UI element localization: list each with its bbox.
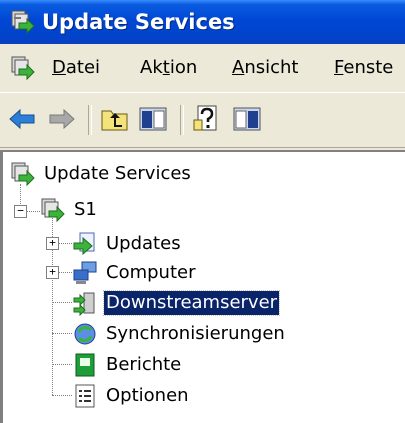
tree-node-server-s1[interactable]: S1 (40, 196, 160, 226)
tree-line (26, 211, 40, 212)
menu-label-post: nsicht (244, 57, 299, 78)
show-hide-console-tree-icon[interactable] (138, 105, 168, 133)
expand-toggle[interactable]: + (46, 266, 59, 279)
update-services-icon (11, 162, 35, 187)
updates-icon (73, 232, 95, 256)
downstream-server-icon (73, 292, 95, 316)
tree-line (52, 364, 72, 365)
synchronization-icon (74, 323, 96, 345)
computers-icon (73, 261, 97, 284)
tree-node-label: Update Services (44, 163, 191, 184)
tree-line (58, 243, 72, 244)
menu-ansicht[interactable]: Ansicht (232, 56, 298, 80)
tree-node-downstreamserver[interactable]: Downstreamserver (72, 289, 332, 319)
window-title: Update Services (42, 10, 235, 34)
pane-border (0, 152, 3, 423)
reports-icon (75, 353, 95, 377)
title-bar[interactable]: Update Services (0, 0, 405, 44)
update-services-icon[interactable] (10, 55, 36, 81)
menu-label-pre: Ak (140, 57, 163, 78)
help-icon[interactable] (192, 104, 222, 134)
menu-mnemonic: t (162, 57, 170, 78)
tree-node-label: Updates (106, 233, 181, 254)
tree-line (52, 302, 72, 303)
menu-fenster[interactable]: Fenste (334, 56, 393, 80)
up-folder-icon[interactable] (100, 105, 130, 133)
tree-node-label: S1 (74, 199, 97, 220)
toolbar (0, 92, 405, 148)
menu-bar: Datei Aktion Ansicht Fenste (0, 44, 405, 92)
toolbar-separator (88, 105, 92, 135)
tree-line (58, 272, 72, 273)
menu-label-post: ion (169, 57, 198, 78)
console-tree[interactable]: − + + Update Services S1 Updates Compute… (0, 150, 405, 423)
expand-toggle[interactable]: + (46, 237, 59, 250)
tree-node-computer[interactable]: Computer (72, 259, 272, 289)
menu-mnemonic: F (334, 57, 344, 78)
back-arrow-icon[interactable] (8, 107, 36, 131)
show-hide-action-pane-icon[interactable] (232, 105, 262, 133)
menu-datei[interactable]: Datei (52, 56, 100, 80)
tree-line (52, 395, 72, 396)
tree-node-label: Computer (106, 262, 196, 283)
collapse-toggle[interactable]: − (14, 205, 27, 218)
menu-mnemonic: A (232, 57, 245, 78)
tree-node-updates[interactable]: Updates (72, 230, 272, 260)
tree-node-label: Berichte (106, 354, 182, 375)
forward-arrow-icon[interactable] (48, 107, 76, 131)
tree-node-update-services[interactable]: Update Services (10, 160, 310, 190)
tree-node-label: Optionen (106, 385, 189, 406)
tree-line (52, 333, 72, 334)
menu-aktion[interactable]: Aktion (140, 56, 197, 80)
tree-node-optionen[interactable]: Optionen (72, 382, 272, 412)
tree-node-berichte[interactable]: Berichte (72, 351, 272, 381)
options-icon (75, 384, 95, 408)
tree-node-label: Synchronisierungen (106, 323, 285, 344)
menu-label-post: enste (343, 57, 394, 78)
menu-label-post: atei (65, 57, 101, 78)
server-icon (41, 198, 65, 223)
update-services-icon (11, 10, 35, 35)
toolbar-separator (180, 105, 184, 135)
menu-mnemonic: D (52, 57, 66, 78)
tree-node-synchronisierungen[interactable]: Synchronisierungen (72, 320, 372, 350)
tree-node-label: Downstreamserver (102, 290, 281, 316)
